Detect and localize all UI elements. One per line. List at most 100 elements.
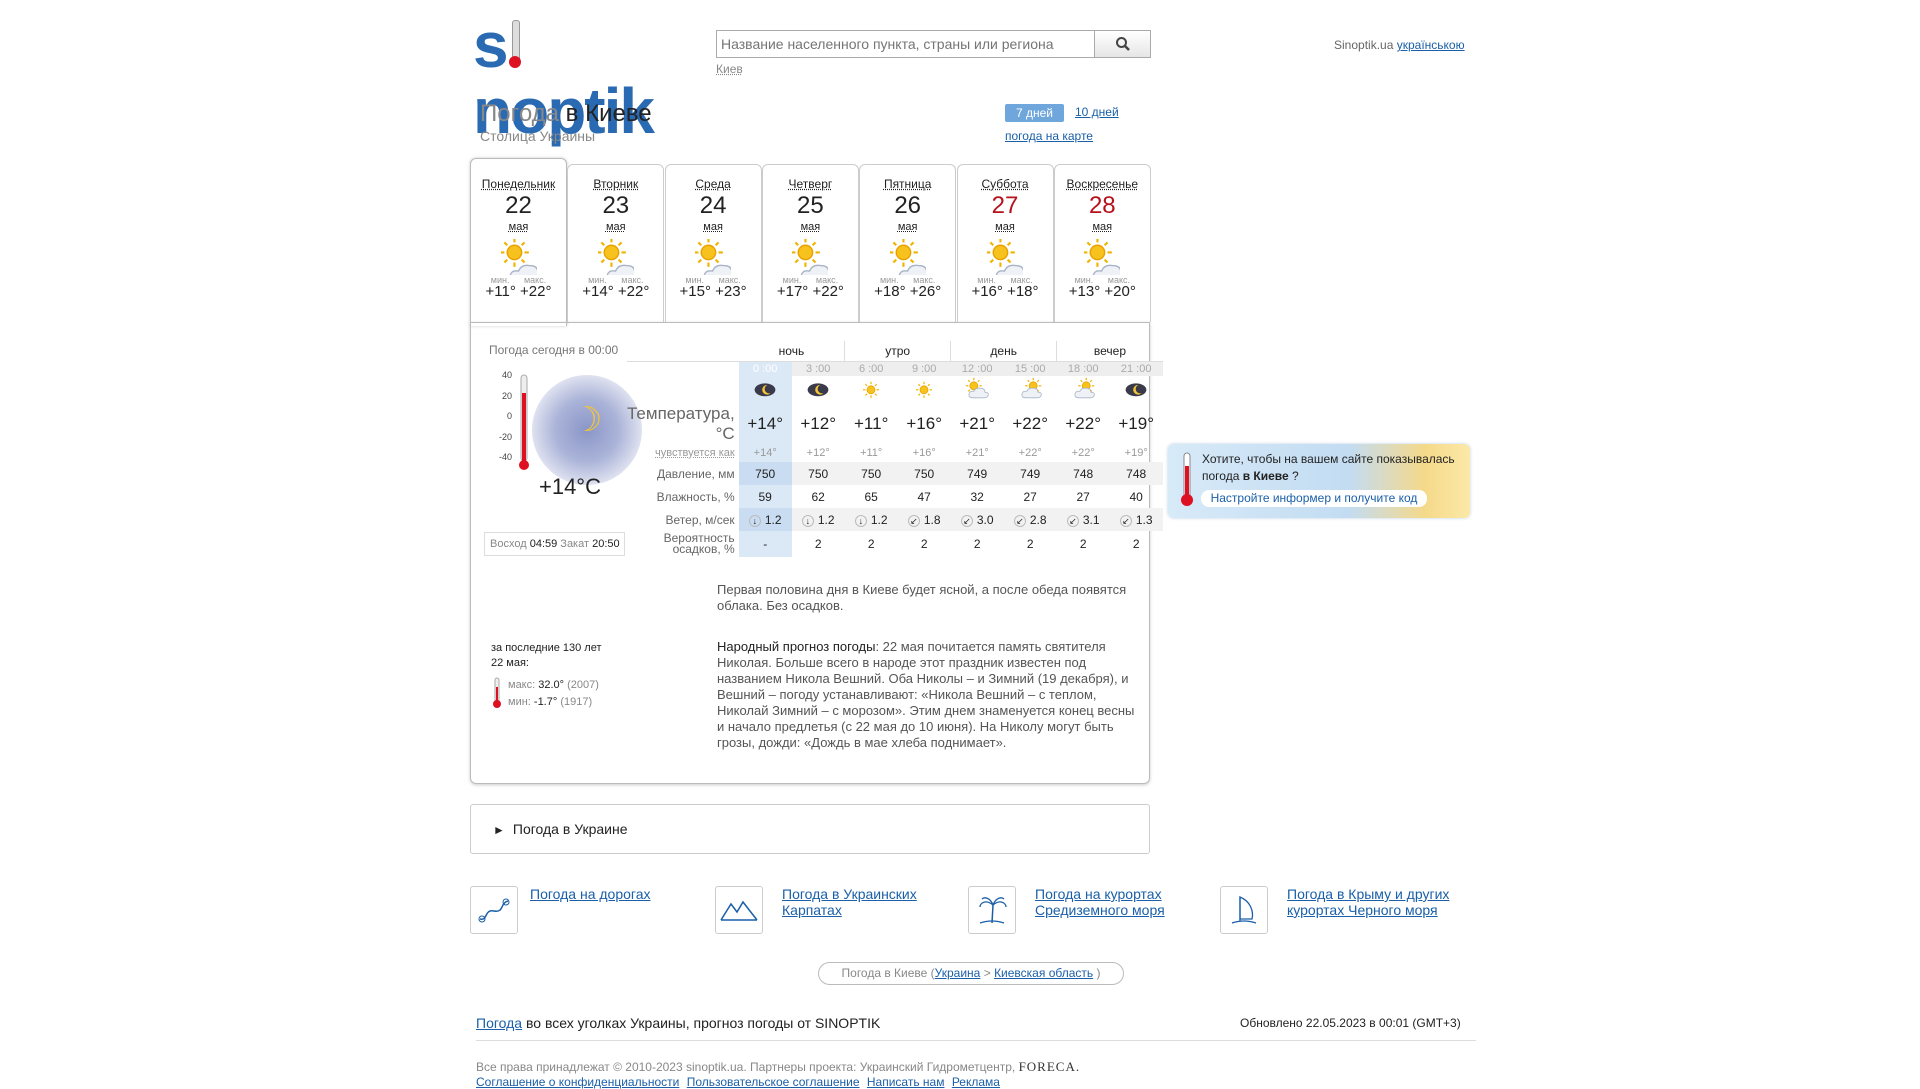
site-logo[interactable]: snoptik bbox=[473, 12, 700, 78]
time-cell: 9 :00 bbox=[898, 361, 951, 376]
moon-cloud-icon bbox=[739, 376, 792, 404]
site-label: Sinoptik.ua bbox=[1334, 38, 1393, 52]
moon-cloud-icon bbox=[1110, 376, 1163, 404]
pressure-cell: 748 bbox=[1110, 462, 1163, 485]
period-evening: вечер bbox=[1057, 341, 1163, 361]
time-cell: 12 :00 bbox=[951, 361, 1004, 376]
weather-map-link[interactable]: погода на карте bbox=[1005, 129, 1093, 143]
tab-10-days[interactable]: 10 дней bbox=[1075, 105, 1119, 119]
day-month: мая bbox=[471, 221, 566, 233]
wind-speed: 1.2 bbox=[818, 513, 835, 527]
wind-cell: ↓ 1.2 bbox=[739, 508, 792, 531]
day-name[interactable]: Суббота bbox=[958, 177, 1053, 191]
tab-7-days[interactable]: 7 дней bbox=[1005, 104, 1064, 122]
day-month: мая bbox=[666, 221, 761, 233]
temperature-cell: +16° bbox=[898, 404, 951, 444]
day-name[interactable]: Четверг bbox=[763, 177, 858, 191]
folk-title: Народный прогноз погоды bbox=[717, 639, 875, 654]
feels-like-cell: +12° bbox=[792, 444, 845, 462]
wind-row: Ветер, м/сек ↓ 1.2 ↓ 1.2 ↓ 1.2 ↙ 1.8 ↙ 3.0 ↙ 2.8 ↙ 3.1… bbox=[627, 508, 1163, 531]
day-name[interactable]: Среда bbox=[666, 177, 761, 191]
temperature-cell: +14° bbox=[739, 404, 792, 444]
temperature-cell: +21° bbox=[951, 404, 1004, 444]
partly-cloudy-icon bbox=[763, 239, 858, 275]
informer-setup-button[interactable]: Настройте информер и получите код bbox=[1201, 490, 1427, 507]
history-min: мин: -1.7° (1917) bbox=[508, 694, 599, 711]
feels-like-cell: +16° bbox=[898, 444, 951, 462]
min-max-temp: +16° +18° bbox=[958, 283, 1053, 300]
day-tab[interactable]: Вторник 23 мая мин. макс. +14° +22° bbox=[567, 164, 664, 322]
thermometer-icon bbox=[518, 373, 530, 473]
search-icon bbox=[1115, 36, 1131, 52]
sunset-time: 20:50 bbox=[592, 538, 620, 550]
day-tab[interactable]: Суббота 27 мая мин. макс. +16° +18° bbox=[957, 164, 1054, 322]
weather-in-ukraine-toggle[interactable]: ► Погода в Украине bbox=[470, 804, 1150, 854]
mediterranean-resorts-link[interactable]: Погода на курортах Средиземного моря bbox=[1035, 886, 1195, 918]
humidity-cell: 59 bbox=[739, 485, 792, 508]
feels-like-row: чувствуется как +14° +12° +11° +16° +21° +22° +… bbox=[627, 444, 1163, 462]
palm-icon[interactable] bbox=[968, 886, 1016, 934]
partly-cloudy-icon bbox=[958, 239, 1053, 275]
roads-weather-link[interactable]: Погода на дорогах bbox=[530, 886, 730, 902]
day-date: 26 bbox=[860, 191, 955, 221]
day-tab[interactable]: Среда 24 мая мин. макс. +15° +23° bbox=[665, 164, 762, 322]
wind-direction-icon: ↓ bbox=[749, 515, 761, 527]
day-tab[interactable]: Понедельник 22 мая мин. макс. +11° +22° bbox=[470, 158, 567, 326]
humidity-cell: 40 bbox=[1110, 485, 1163, 508]
day-name[interactable]: Пятница bbox=[860, 177, 955, 191]
search-button[interactable] bbox=[1094, 30, 1151, 58]
black-sea-resorts-link[interactable]: Погода в Крыму и других курортах Черного… bbox=[1287, 886, 1467, 918]
partly-cloudy-icon bbox=[471, 239, 566, 275]
min-max-temp: +13° +20° bbox=[1055, 283, 1150, 300]
icon-row bbox=[627, 376, 1163, 404]
footer-links: Соглашение о конфиденциальности Пользова… bbox=[476, 1075, 1004, 1089]
mountains-icon[interactable] bbox=[715, 886, 763, 934]
day-name[interactable]: Понедельник bbox=[471, 177, 566, 191]
precipitation-cell: 2 bbox=[792, 531, 845, 557]
footer-weather-link[interactable]: Погода bbox=[476, 1015, 522, 1031]
foreca-logo[interactable]: FORECA. bbox=[1019, 1059, 1081, 1074]
pressure-cell: 750 bbox=[898, 462, 951, 485]
day-month: мая bbox=[1055, 221, 1150, 233]
day-name[interactable]: Вторник bbox=[568, 177, 663, 191]
today-label: Погода сегодня в 00:00 bbox=[489, 343, 618, 357]
breadcrumb-region[interactable]: Киевская область bbox=[994, 966, 1093, 980]
title-prefix: Погода bbox=[480, 100, 559, 127]
terms-link[interactable]: Пользовательское соглашение bbox=[687, 1075, 860, 1089]
wind-direction-icon: ↙ bbox=[908, 515, 920, 527]
time-cell: 0 :00 bbox=[739, 361, 792, 376]
time-cell: 15 :00 bbox=[1004, 361, 1057, 376]
day-tab[interactable]: Четверг 25 мая мин. макс. +17° +22° bbox=[762, 164, 859, 322]
day-name[interactable]: Воскресенье bbox=[1055, 177, 1150, 191]
wind-cell: ↙ 1.3 bbox=[1110, 508, 1163, 531]
search-input[interactable] bbox=[716, 30, 1096, 58]
contact-link[interactable]: Написать нам bbox=[867, 1075, 945, 1089]
privacy-link[interactable]: Соглашение о конфиденциальности bbox=[476, 1075, 679, 1089]
precipitation-cell: 2 bbox=[951, 531, 1004, 557]
thermometer-logo-icon bbox=[509, 20, 521, 72]
day-tab[interactable]: Пятница 26 мая мин. макс. +18° +26° bbox=[859, 164, 956, 322]
feels-like-cell: +14° bbox=[739, 444, 792, 462]
road-icon[interactable] bbox=[470, 886, 518, 934]
search-hint-link[interactable]: Киев bbox=[716, 62, 743, 76]
ads-link[interactable]: Реклама bbox=[952, 1075, 1000, 1089]
breadcrumb-country[interactable]: Украина bbox=[935, 966, 981, 980]
day-date: 23 bbox=[568, 191, 663, 221]
language-link[interactable]: українською bbox=[1397, 38, 1465, 52]
folk-text: : 22 мая почитается память святителя Ник… bbox=[717, 639, 1134, 750]
expand-arrow-icon: ► bbox=[493, 823, 505, 837]
history-date: 22 мая: bbox=[491, 656, 602, 671]
cloud-sun-icon bbox=[1004, 376, 1057, 404]
footer-divider bbox=[476, 1040, 1476, 1041]
humidity-cell: 27 bbox=[1057, 485, 1110, 508]
sail-icon[interactable] bbox=[1220, 886, 1268, 934]
moon-cloud-icon bbox=[792, 376, 845, 404]
partly-cloudy-icon bbox=[860, 239, 955, 275]
pressure-cell: 749 bbox=[1004, 462, 1057, 485]
carpathians-weather-link[interactable]: Погода в Украинских Карпатах bbox=[782, 886, 942, 918]
min-max-temp: +14° +22° bbox=[568, 283, 663, 300]
wind-direction-icon: ↙ bbox=[1014, 515, 1026, 527]
precipitation-cell: 2 bbox=[898, 531, 951, 557]
day-tab[interactable]: Воскресенье 28 мая мин. макс. +13° +20° bbox=[1054, 164, 1151, 322]
promo-text: Хотите, чтобы на вашем сайте показывалас… bbox=[1202, 451, 1472, 485]
